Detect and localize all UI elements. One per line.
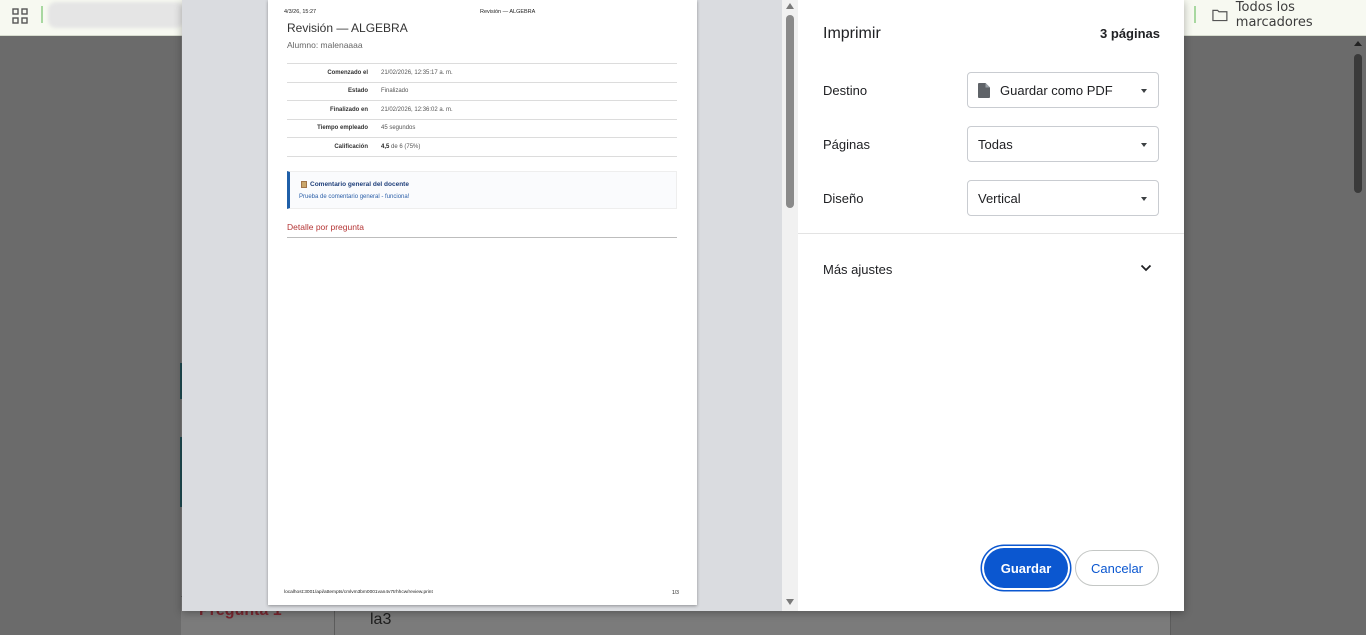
all-bookmarks-button[interactable]: Todos los marcadores	[1212, 0, 1366, 30]
chevron-down-icon[interactable]	[1140, 264, 1152, 272]
grade-value: 4,5 de 6 (75%)	[381, 144, 420, 150]
info-value: Finalizado	[381, 88, 409, 95]
background-answer-text: la3	[370, 611, 392, 628]
preview-footer-url: localhost:3001/api/attempts/cmlvm3bm0001…	[284, 590, 433, 595]
destination-label: Destino	[823, 83, 868, 98]
table-row: Tiempo empleado 45 segundos	[287, 120, 677, 138]
destination-select[interactable]: Guardar como PDF	[967, 72, 1159, 108]
info-value: 21/02/2026, 12:36:02 a. m.	[381, 106, 453, 113]
comment-title: Comentario general del docente	[301, 181, 409, 188]
print-title: Imprimir	[823, 25, 881, 42]
scroll-up-arrow-icon[interactable]	[786, 3, 794, 9]
scroll-up-arrow-icon[interactable]	[1354, 41, 1362, 46]
save-button[interactable]: Guardar	[984, 548, 1068, 588]
info-label: Estado	[347, 88, 368, 95]
destination-value: Guardar como PDF	[1000, 82, 1113, 98]
teacher-comment-box: Comentario general del docente Prueba de…	[287, 171, 677, 209]
table-row: Finalizado en 21/02/2026, 12:36:02 a. m.	[287, 101, 677, 120]
scroll-down-arrow-icon[interactable]	[786, 599, 794, 605]
table-row: Comenzado el 21/02/2026, 12:35:17 a. m.	[287, 64, 677, 83]
page-scrollbar[interactable]	[1350, 36, 1366, 635]
folder-icon	[1212, 9, 1228, 22]
preview-header-title: Revisión — ALGEBRA	[480, 9, 536, 15]
apps-grid-icon[interactable]	[12, 8, 28, 24]
page-count: 3 páginas	[1100, 26, 1160, 41]
more-settings-toggle[interactable]: Más ajustes	[823, 262, 892, 277]
pages-select[interactable]: Todas	[967, 126, 1159, 162]
preview-footer-page: 1/3	[672, 590, 679, 596]
table-row: Calificación 4,5 de 6 (75%)	[287, 138, 677, 157]
print-preview-area: 4/3/26, 15:27 Revisión — ALGEBRA Revisió…	[182, 0, 782, 611]
pages-label: Páginas	[823, 137, 870, 152]
info-value: 21/02/2026, 12:35:17 a. m.	[381, 69, 453, 76]
preview-scrollbar[interactable]	[782, 0, 798, 611]
bookmarks-separator	[1194, 6, 1196, 23]
preview-page: 4/3/26, 15:27 Revisión — ALGEBRA Revisió…	[268, 0, 697, 605]
print-dialog: 4/3/26, 15:27 Revisión — ALGEBRA Revisió…	[182, 0, 1184, 611]
scrollbar-thumb[interactable]	[1354, 54, 1362, 193]
layout-value: Vertical	[978, 190, 1021, 206]
settings-divider	[798, 233, 1184, 234]
dropdown-caret-icon	[1141, 89, 1147, 93]
memo-icon	[301, 181, 307, 188]
grade-rest: de 6 (75%)	[391, 143, 421, 150]
comment-text: Prueba de comentario general - funciona!	[299, 194, 410, 200]
grade-label: Calificación	[334, 143, 368, 150]
info-label: Finalizado en	[329, 106, 368, 113]
dropdown-caret-icon	[1141, 143, 1147, 147]
attempt-info-table: Comenzado el 21/02/2026, 12:35:17 a. m. …	[287, 63, 677, 157]
dropdown-caret-icon	[1141, 197, 1147, 201]
all-bookmarks-label: Todos los marcadores	[1235, 0, 1313, 30]
preview-student: Alumno: malenaaaa	[287, 40, 363, 50]
preview-title: Revisión — ALGEBRA	[287, 21, 408, 35]
grade-score: 4,5	[381, 143, 390, 150]
comment-title-text: Comentario general del docente	[310, 181, 409, 188]
info-label: Tiempo empleado	[317, 125, 368, 132]
scrollbar-thumb[interactable]	[786, 15, 794, 208]
bookmarks-separator	[41, 6, 43, 23]
layout-label: Diseño	[823, 191, 864, 206]
info-label: Comenzado el	[327, 69, 368, 76]
bookmark-item-blurred[interactable]	[48, 2, 184, 28]
layout-select[interactable]: Vertical	[967, 180, 1159, 216]
cancel-button[interactable]: Cancelar	[1075, 550, 1159, 586]
section-title: Detalle por pregunta	[287, 222, 365, 232]
print-settings-panel: Imprimir 3 páginas Destino Guardar como …	[798, 0, 1184, 611]
section-divider	[287, 237, 677, 238]
info-value: 45 segundos	[381, 125, 416, 132]
pages-value: Todas	[978, 136, 1013, 152]
file-icon	[978, 82, 990, 98]
preview-header-date: 4/3/26, 15:27	[284, 9, 317, 15]
table-row: Estado Finalizado	[287, 83, 677, 101]
